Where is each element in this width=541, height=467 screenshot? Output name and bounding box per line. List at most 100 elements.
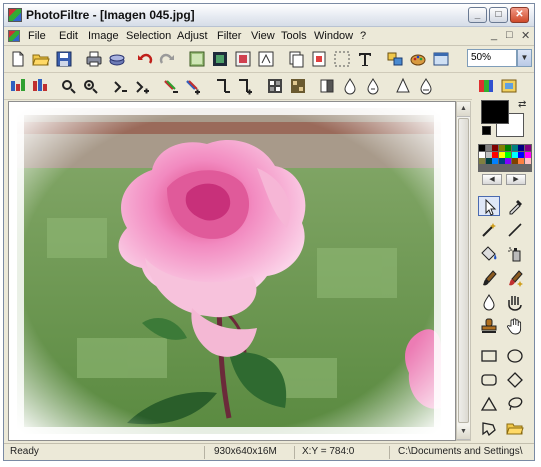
palette-swatch[interactable] [518,158,524,164]
swap-colors-icon[interactable]: ⇄ [518,99,526,110]
contrast-plus-icon[interactable] [132,76,152,96]
title-bar[interactable]: PhotoFiltre - [Imagen 045.jpg] _ □ ✕ [4,4,534,27]
triangle-icon[interactable] [478,394,500,414]
auto-levels-icon[interactable] [8,76,28,96]
grayscale-icon[interactable] [265,76,285,96]
save-icon[interactable] [54,49,74,69]
fill-bucket-icon[interactable] [478,244,500,264]
canvas-size-icon[interactable] [256,49,276,69]
menu-filter[interactable]: Filter [217,30,241,42]
open-folder-icon[interactable] [504,418,526,438]
minimize-button[interactable]: _ [468,7,487,23]
plugin-icon[interactable] [385,49,405,69]
undo-icon[interactable] [135,49,155,69]
image-size-icon[interactable] [233,49,253,69]
palette-swatch[interactable] [492,158,498,164]
palette-swatch[interactable] [498,145,505,151]
scanner-icon[interactable] [107,49,127,69]
saturation-plus-icon[interactable] [183,76,203,96]
fullscreen-icon[interactable] [431,49,451,69]
zoom-select[interactable]: 50% [467,49,517,67]
gamma-minus-icon[interactable] [213,76,233,96]
magic-wand-icon[interactable] [478,220,500,240]
doc-close-button[interactable]: ✕ [521,29,530,42]
ellipse-icon[interactable] [504,346,526,366]
blur-icon[interactable] [317,76,337,96]
foreground-color-swatch[interactable] [481,100,509,124]
menu-window[interactable]: Window [314,30,353,42]
palette-swatch[interactable] [485,151,492,158]
selection-to-image-icon[interactable] [332,49,352,69]
maximize-button[interactable]: □ [489,7,508,23]
palette-icon[interactable] [408,49,428,69]
palette-swatch[interactable] [511,151,518,158]
filter-icon[interactable] [499,76,519,96]
palette-swatch[interactable] [518,145,524,151]
scroll-thumb[interactable] [458,118,469,423]
color-palette[interactable] [478,144,532,172]
palette-swatch[interactable] [485,145,492,151]
gamma-plus-icon[interactable] [235,76,255,96]
palette-swatch[interactable] [505,158,511,164]
palette-swatch[interactable] [479,145,485,151]
effect-brush-icon[interactable] [504,268,526,288]
new-icon[interactable] [8,49,28,69]
palette-swatch[interactable] [518,151,524,158]
scroll-up-arrow-icon[interactable]: ▲ [457,102,470,117]
palette-swatch[interactable] [524,151,531,158]
brush-icon[interactable] [478,268,500,288]
palette-next-arrow-icon[interactable]: ▶ [506,174,526,185]
palette-swatch[interactable] [498,158,505,164]
rectangle-icon[interactable] [478,346,500,366]
menu-edit[interactable]: Edit [59,30,78,42]
palette-swatch[interactable] [479,158,485,164]
document-system-icon[interactable] [8,30,20,42]
lasso-icon[interactable] [504,394,526,414]
triangle-fill-icon[interactable] [416,76,436,96]
palette-swatch[interactable] [492,151,498,158]
polygon-icon[interactable] [478,418,500,438]
doc-minimize-button[interactable]: _ [491,29,497,41]
contrast-minus-icon[interactable] [110,76,130,96]
menu-adjust[interactable]: Adjust [177,30,208,42]
image-workspace[interactable] [8,101,456,441]
palette-swatch[interactable] [505,145,511,151]
menu-view[interactable]: View [251,30,275,42]
reset-colors-icon[interactable] [482,126,491,135]
copy-icon[interactable] [187,49,207,69]
brightness-plus-icon[interactable] [81,76,101,96]
smudge-icon[interactable] [504,292,526,312]
zoom-dropdown-arrow-icon[interactable]: ▼ [517,49,532,67]
drop-blur-icon[interactable] [363,76,383,96]
open-icon[interactable] [31,49,51,69]
vertical-scrollbar[interactable]: ▲ ▼ [456,101,471,441]
palette-swatch[interactable] [524,145,531,151]
palette-prev-arrow-icon[interactable]: ◀ [482,174,502,185]
close-button[interactable]: ✕ [510,7,529,23]
stamp-icon[interactable] [478,316,500,336]
palette-swatch[interactable] [524,158,531,164]
palette-swatch[interactable] [498,151,505,158]
palette-swatch[interactable] [479,151,485,158]
line-icon[interactable] [504,220,526,240]
saturation-minus-icon[interactable] [161,76,181,96]
palette-swatch[interactable] [511,145,518,151]
print-icon[interactable] [84,49,104,69]
photofiltre-app-icon[interactable] [8,8,22,22]
selection-icon[interactable] [478,196,500,216]
brightness-minus-icon[interactable] [59,76,79,96]
redo-icon[interactable] [157,49,177,69]
rounded-rect-icon[interactable] [478,370,500,390]
text-icon[interactable] [355,49,375,69]
blur-drop-icon[interactable] [478,292,500,312]
paste-icon[interactable] [210,49,230,69]
sharpen-icon[interactable] [340,76,360,96]
scroll-down-arrow-icon[interactable]: ▼ [457,425,470,440]
palette-swatch[interactable] [511,158,518,164]
auto-contrast-icon[interactable] [30,76,50,96]
menu-tools[interactable]: Tools [281,30,307,42]
rose-photo[interactable] [17,108,441,434]
diamond-icon[interactable] [504,370,526,390]
drop-sharpen-icon[interactable] [393,76,413,96]
menu-file[interactable]: File [28,30,46,42]
